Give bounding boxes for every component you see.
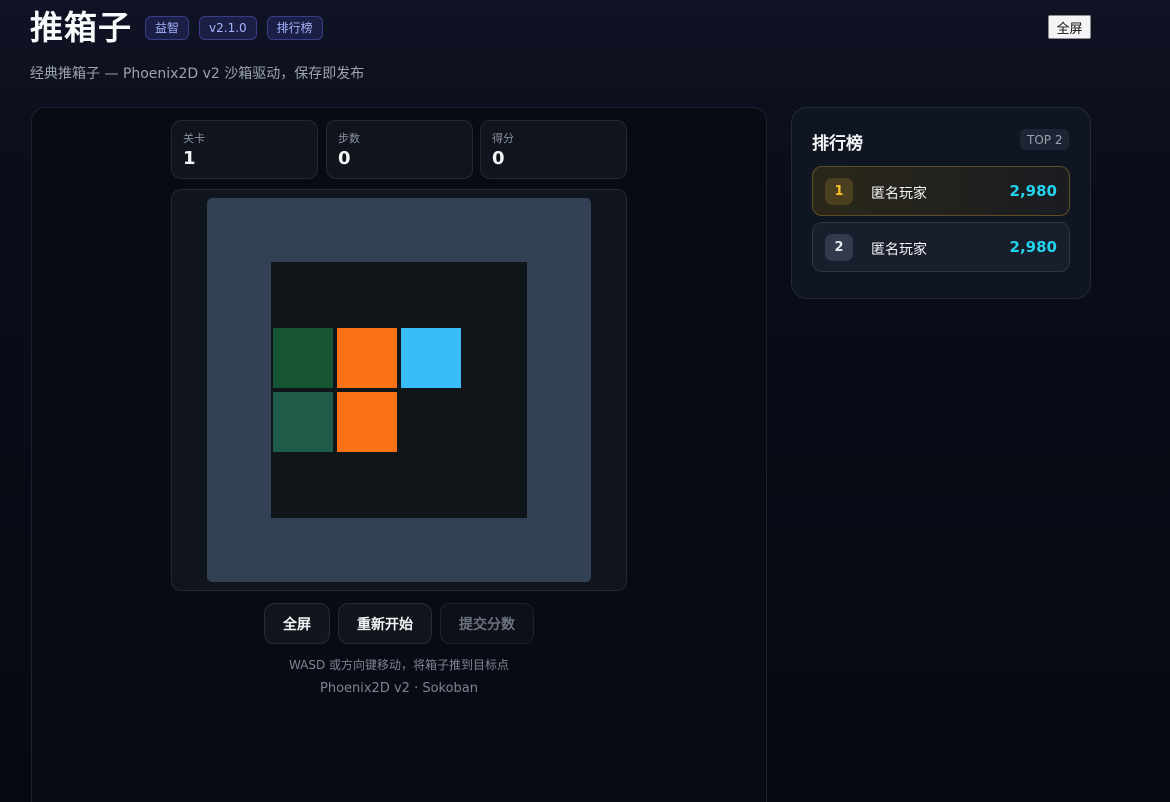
level-value: 1 — [183, 148, 196, 169]
page-fullscreen-button[interactable]: 全屏 — [1048, 15, 1091, 39]
target-tile — [273, 392, 333, 452]
steps-label: 步数 — [338, 132, 360, 145]
leaderboard-row: 1 匿名玩家 2,980 — [812, 166, 1070, 216]
player-name: 匿名玩家 — [871, 186, 927, 202]
target-tile — [273, 328, 333, 388]
leaderboard-row: 2 匿名玩家 2,980 — [812, 222, 1070, 272]
player-score: 2,980 — [1009, 182, 1057, 200]
box-tile — [337, 328, 397, 388]
player-tile — [401, 328, 461, 388]
level-label: 关卡 — [183, 132, 205, 145]
page-title: 推箱子 — [30, 8, 132, 47]
leaderboard-title: 排行榜 — [812, 134, 863, 154]
leaderboard-badge: 排行榜 — [266, 16, 323, 40]
category-badge: 益智 — [145, 16, 190, 40]
level-stat: 关卡 1 — [171, 120, 318, 179]
rank-badge: 2 — [825, 234, 853, 261]
game-grid — [271, 262, 527, 518]
rank-badge: 1 — [825, 178, 853, 205]
steps-value: 0 — [338, 148, 351, 169]
player-score: 2,980 — [1009, 238, 1057, 256]
fullscreen-button[interactable]: 全屏 — [264, 603, 330, 644]
version-badge: v2.1.0 — [199, 16, 257, 40]
box-tile — [337, 392, 397, 452]
page-subtitle: 经典推箱子 — Phoenix2D v2 沙箱驱动，保存即发布 — [30, 66, 365, 82]
leaderboard-top-badge: TOP 2 — [1020, 129, 1070, 150]
score-stat: 得分 0 — [480, 120, 627, 179]
controls-hint: WASD 或方向键移动，将箱子推到目标点 — [288, 658, 510, 672]
page-header: 推箱子 益智 v2.1.0 排行榜 经典推箱子 — Phoenix2D v2 沙… — [30, 6, 364, 83]
restart-button[interactable]: 重新开始 — [338, 603, 432, 644]
steps-stat: 步数 0 — [326, 120, 473, 179]
submit-score-button[interactable]: 提交分数 — [440, 603, 534, 644]
score-value: 0 — [492, 148, 505, 169]
player-name: 匿名玩家 — [871, 242, 927, 258]
score-label: 得分 — [492, 132, 514, 145]
engine-footer: Phoenix2D v2 · Sokoban — [319, 681, 479, 696]
